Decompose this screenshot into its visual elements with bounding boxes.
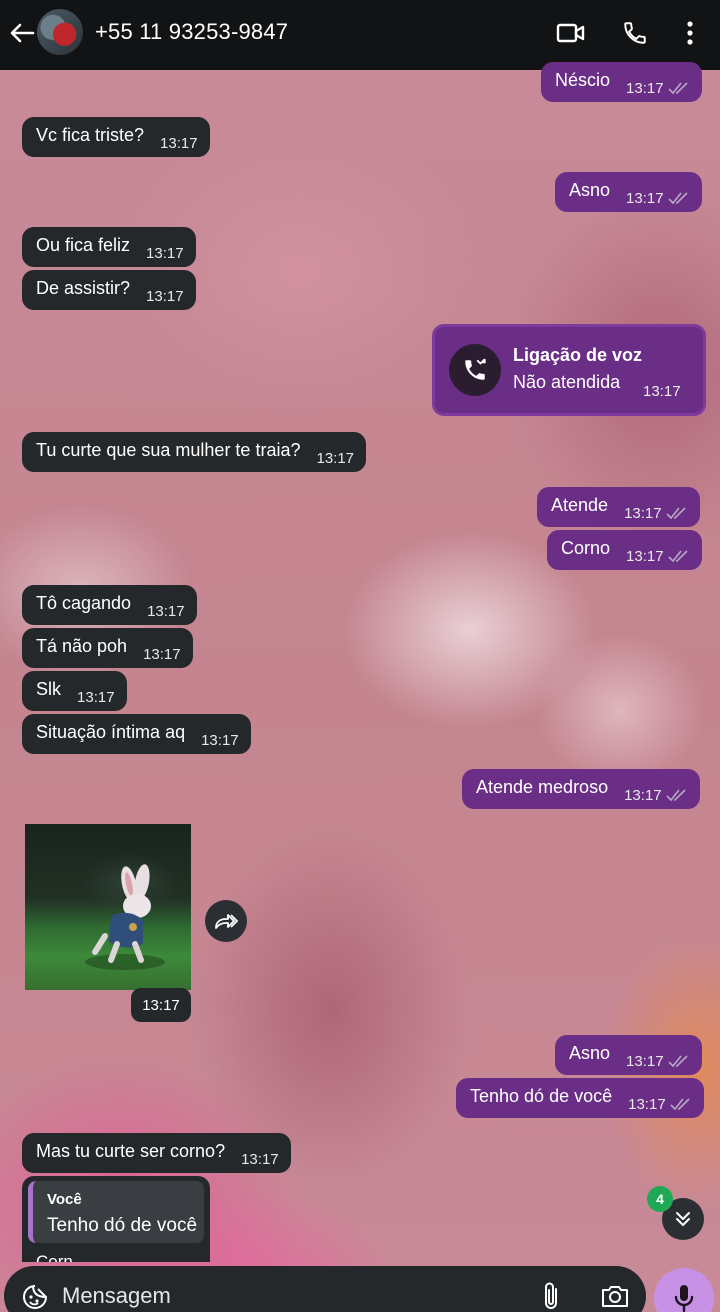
forward-icon[interactable] [205,900,247,942]
quoted-text: Tenho dó de você [47,1215,198,1236]
message-input[interactable] [62,1278,502,1312]
chat-header: +55 11 93253-9847 [0,0,720,70]
message-text: Atende medroso [476,776,609,797]
message-bubble-incoming[interactable]: Situação íntima aq 13:17 [22,714,251,754]
message-bubble-incoming[interactable]: Ou fica feliz 13:17 [22,227,196,267]
message-text: Corno [561,537,611,558]
message-time: 13:17 [628,1095,666,1113]
double-check-icon [668,549,690,563]
quoted-author: Você [47,1191,82,1208]
quoted-message[interactable]: Você Tenho dó de você [28,1181,204,1243]
white-rabbit-sticker[interactable] [25,824,191,990]
missed-call-icon [449,344,501,396]
message-bubble-outgoing[interactable]: Néscio 13:17 [541,62,702,102]
message-text: Tá não poh [36,635,128,656]
message-text: Asno [569,179,611,200]
message-time: 13:17 [131,988,191,1022]
message-text: Tô cagando [36,592,132,613]
message-time: 13:17 [147,602,185,620]
message-time: 13:17 [77,688,115,706]
video-camera-icon[interactable] [555,17,587,49]
message-bubble-incoming[interactable]: De assistir? 13:17 [22,270,196,310]
message-bubble-outgoing[interactable]: Corno 13:17 [547,530,702,570]
missed-voice-call-card[interactable]: Ligação de voz Não atendida 13:17 [432,324,706,416]
call-status: Não atendida [513,372,621,392]
message-time: 13:17 [143,645,181,663]
double-check-icon [668,81,690,95]
message-text: Atende [551,494,609,515]
back-arrow-icon[interactable] [6,17,38,49]
message-bubble-outgoing[interactable]: Asno 13:17 [555,172,702,212]
message-time: 13:17 [626,547,664,565]
more-vertical-icon[interactable] [674,17,706,49]
message-text: Corn [36,1252,73,1262]
message-text: Slk [36,678,62,699]
message-text: Ou fica feliz [36,234,131,255]
message-bubble-incoming[interactable]: Tu curte que sua mulher te traia? 13:17 [22,432,367,472]
message-time: 13:17 [624,786,662,804]
message-bubble-incoming[interactable]: Mas tu curte ser corno? 13:17 [22,1133,291,1173]
message-bubble-incoming[interactable]: Tô cagando 13:17 [22,585,197,625]
contact-name[interactable]: +55 11 93253-9847 [95,19,288,45]
emoji-icon[interactable] [20,1282,50,1312]
double-check-icon [668,1054,690,1068]
message-bubble-incoming[interactable]: Tá não poh 13:17 [22,628,193,668]
message-bubble-incoming[interactable]: Vc fica triste? 13:17 [22,117,210,157]
message-text: Mas tu curte ser corno? [36,1140,226,1161]
unread-count-badge: 4 [647,1186,673,1212]
reply-message-bubble[interactable]: Você Tenho dó de você Corn [22,1176,210,1262]
message-time: 13:17 [626,189,664,207]
message-bubble-outgoing[interactable]: Asno 13:17 [555,1035,702,1075]
call-title: Ligação de voz [513,345,643,365]
message-text: Situação íntima aq [36,721,186,742]
message-bubble-outgoing[interactable]: Atende medroso 13:17 [462,769,700,809]
camera-icon[interactable] [598,1280,632,1312]
phone-icon[interactable] [619,17,651,49]
message-text: Asno [569,1042,611,1063]
message-text: Tu curte que sua mulher te traia? [36,439,301,460]
message-time: 13:17 [626,79,664,97]
double-check-icon [668,191,690,205]
message-time: 13:17 [146,244,184,262]
double-check-icon [670,1097,692,1111]
message-time: 13:17 [160,134,198,152]
message-text: De assistir? [36,277,131,298]
message-text: Tenho dó de você [470,1085,613,1106]
double-check-icon [666,506,688,520]
double-check-icon [666,788,688,802]
message-bubble-outgoing[interactable]: Atende 13:17 [537,487,700,527]
message-time: 13:17 [201,731,239,749]
message-text: Vc fica triste? [36,124,145,145]
message-time: 13:17 [643,383,681,400]
message-time: 13:17 [624,504,662,522]
message-time: 13:17 [316,449,355,467]
message-time: 13:17 [626,1052,664,1070]
avatar[interactable] [37,9,83,55]
message-composer [4,1266,646,1312]
message-text: Néscio [555,69,611,90]
message-bubble-outgoing[interactable]: Tenho dó de você 13:17 [456,1078,704,1118]
double-chevron-down-icon [676,1212,690,1226]
message-time: 13:17 [146,287,184,305]
message-time: 13:17 [241,1150,279,1168]
message-bubble-incoming[interactable]: Slk 13:17 [22,671,127,711]
paperclip-icon[interactable] [536,1280,566,1312]
